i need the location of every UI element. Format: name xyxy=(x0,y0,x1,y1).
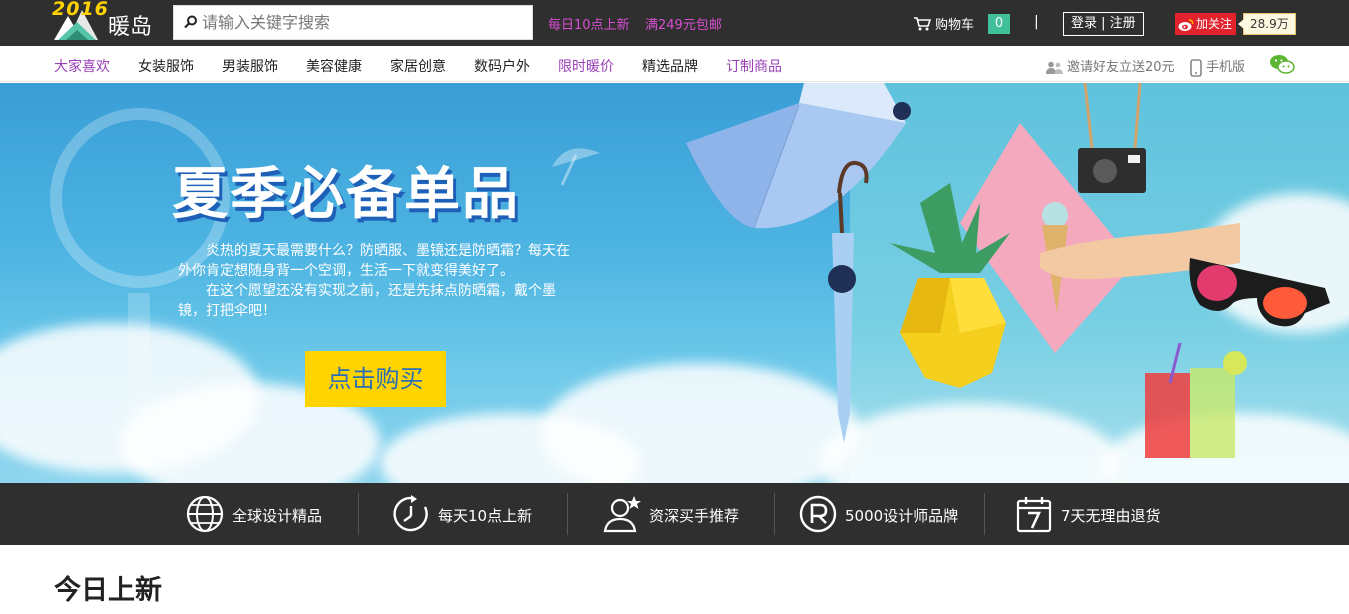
globe-icon xyxy=(186,495,224,533)
nav-item-favorites[interactable]: 大家喜欢 xyxy=(54,56,110,76)
buy-now-button[interactable]: 点击购买 xyxy=(305,351,446,407)
banner-description: 炎热的夏天最需要什么？防晒服、墨镜还是防晒霜？每天在外你肯定想随身背一个空调，生… xyxy=(178,241,570,321)
search-input[interactable] xyxy=(202,6,522,39)
logo-year: 2016 xyxy=(52,0,109,20)
feature-label: 7天无理由退货 xyxy=(1061,507,1161,525)
nav-item-custom[interactable]: 订制商品 xyxy=(726,56,782,76)
feature-label: 每天10点上新 xyxy=(438,507,533,525)
weibo-follow-button[interactable]: 加关注 xyxy=(1175,13,1237,35)
nav-item-flash-sale[interactable]: 限时暖价 xyxy=(558,56,614,76)
follower-count: 28.9万 xyxy=(1238,13,1296,35)
category-nav: 大家喜欢 女装服饰 男装服饰 美容健康 家居创意 数码户外 限时暖价 精选品牌 … xyxy=(0,46,1349,82)
feature-divider xyxy=(358,493,359,535)
weibo-icon xyxy=(1178,18,1194,31)
hero-banner[interactable]: 夏季必备单品 炎热的夏天最需要什么？防晒服、墨镜还是防晒霜？每天在外你肯定想随身… xyxy=(0,83,1349,483)
promo-daily-new[interactable]: 每日10点上新 xyxy=(548,14,630,33)
feature-label: 全球设计精品 xyxy=(232,507,323,525)
cart-count-badge: 0 xyxy=(988,14,1010,34)
users-icon xyxy=(1046,61,1063,74)
beach-umbrella-icon xyxy=(552,148,600,186)
logo[interactable]: 2016 暖岛 xyxy=(52,0,162,44)
drinks-illustration xyxy=(1145,343,1247,458)
logo-text: 暖岛 xyxy=(108,15,153,40)
feature-divider xyxy=(567,493,568,535)
calendar-icon xyxy=(1016,497,1052,533)
feature-divider xyxy=(774,493,775,535)
wechat-icon[interactable] xyxy=(1269,54,1295,74)
feature-label: 5000设计师品牌 xyxy=(845,507,959,525)
section-title-today-new: 今日上新 xyxy=(54,575,162,606)
divider: | xyxy=(1034,14,1039,30)
registered-icon xyxy=(799,495,837,533)
nav-item-home[interactable]: 家居创意 xyxy=(390,56,446,76)
nav-item-women[interactable]: 女装服饰 xyxy=(138,56,194,76)
promo-free-shipping[interactable]: 满249元包邮 xyxy=(645,14,722,33)
top-bar: 2016 暖岛 每日10点上新 满249元包邮 购物车 0 | 登录 | 注册 … xyxy=(0,0,1349,46)
search-icon[interactable] xyxy=(184,15,198,29)
invite-friends-link[interactable]: 邀请好友立送20元 xyxy=(1046,56,1175,75)
phone-icon xyxy=(1190,58,1202,77)
cart-button[interactable]: 购物车 xyxy=(913,14,974,33)
nav-item-beauty[interactable]: 美容健康 xyxy=(306,56,362,76)
feature-label: 资深买手推荐 xyxy=(649,507,740,525)
banner-desc-line-1: 炎热的夏天最需要什么？防晒服、墨镜还是防晒霜？每天在外你肯定想随身背一个空调，生… xyxy=(178,243,570,279)
login-register-button[interactable]: 登录 | 注册 xyxy=(1063,12,1144,36)
mobile-version-label: 手机版 xyxy=(1206,60,1246,75)
sunglasses-illustration xyxy=(1189,258,1330,327)
nav-item-men[interactable]: 男装服饰 xyxy=(222,56,278,76)
banner-title: 夏季必备单品 xyxy=(172,162,520,227)
pineapple-illustration xyxy=(890,183,1010,388)
fan-stand-decoration xyxy=(128,293,150,413)
cart-icon xyxy=(914,17,932,31)
feature-divider xyxy=(984,493,985,535)
camera-illustration xyxy=(1078,83,1146,193)
nav-item-digital[interactable]: 数码户外 xyxy=(474,56,530,76)
invite-friends-label: 邀请好友立送20元 xyxy=(1067,60,1175,75)
banner-desc-line-2: 在这个愿望还没有实现之前，还是先抹点防晒霜，戴个墨镜，打把伞吧！ xyxy=(178,283,556,319)
mobile-version-link[interactable]: 手机版 xyxy=(1190,56,1245,77)
nav-item-brands[interactable]: 精选品牌 xyxy=(642,56,698,76)
features-bar: 全球设计精品 每天10点上新 资深买手推荐 5000设计师品牌 7天无理由退货 xyxy=(0,483,1349,545)
weibo-follow-label: 加关注 xyxy=(1196,17,1233,31)
search-box xyxy=(173,5,533,40)
clock-icon xyxy=(393,495,428,532)
cart-label: 购物车 xyxy=(935,18,975,33)
user-star-icon xyxy=(603,496,641,533)
